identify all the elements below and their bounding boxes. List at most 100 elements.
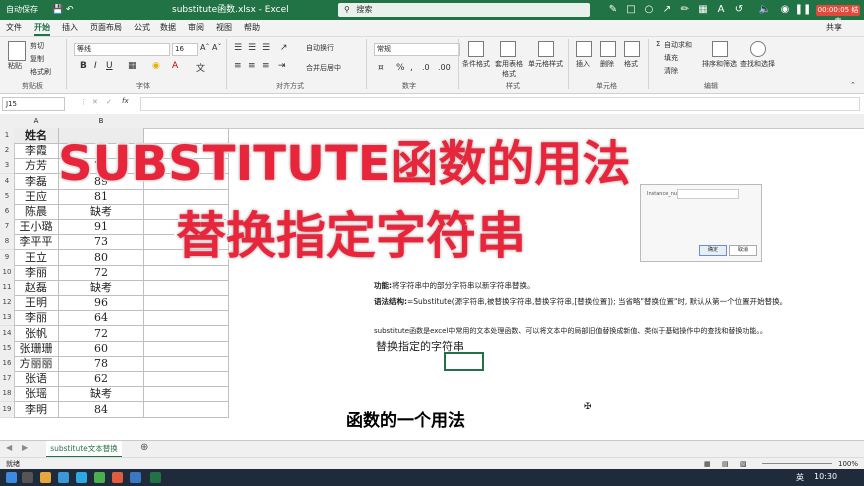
- paste-button[interactable]: 粘贴: [8, 61, 22, 71]
- indent-icon[interactable]: ⇥: [278, 61, 286, 71]
- file-explorer-icon[interactable]: [40, 472, 51, 483]
- speaker-icon[interactable]: 🔈: [756, 0, 774, 20]
- tab-prev-icon[interactable]: ◀: [6, 443, 12, 452]
- cell-styles-icon[interactable]: [538, 41, 554, 57]
- clock[interactable]: 10:30: [814, 472, 837, 481]
- mosaic-icon[interactable]: ▦: [694, 0, 712, 20]
- cell-name[interactable]: 王立: [14, 250, 59, 266]
- delete-cells-button[interactable]: 删除: [600, 59, 614, 69]
- cell-score[interactable]: 84: [59, 402, 144, 418]
- cell[interactable]: [144, 371, 229, 387]
- cell-score[interactable]: 96: [59, 295, 144, 311]
- fill-button[interactable]: 填充: [664, 53, 678, 63]
- tab-page-layout[interactable]: 页面布局: [90, 22, 122, 34]
- cell-name[interactable]: 李磊: [14, 174, 59, 190]
- border-icon[interactable]: ▦: [128, 61, 137, 71]
- row-header[interactable]: 15: [0, 341, 15, 357]
- app-icon[interactable]: [112, 472, 123, 483]
- circle-icon[interactable]: ○: [640, 0, 658, 20]
- decrease-decimal-icon[interactable]: .00: [438, 63, 451, 72]
- font-color-icon[interactable]: A: [172, 61, 178, 71]
- currency-icon[interactable]: ¤: [378, 63, 384, 73]
- row-header[interactable]: 17: [0, 371, 15, 387]
- sheet-tab[interactable]: substitute文本替换: [46, 441, 122, 458]
- find-select-button[interactable]: 查找和选择: [740, 59, 775, 69]
- format-cells-icon[interactable]: [624, 41, 640, 57]
- rectangle-icon[interactable]: □: [622, 0, 640, 20]
- phonetic-icon[interactable]: 文: [196, 61, 205, 74]
- arrow-icon[interactable]: ↗: [658, 0, 676, 20]
- search-box[interactable]: ⚲ 搜索: [338, 3, 590, 17]
- sort-filter-icon[interactable]: [712, 41, 728, 57]
- row-header[interactable]: 19: [0, 402, 15, 418]
- cell-score[interactable]: 72: [59, 326, 144, 342]
- row-header[interactable]: 14: [0, 326, 15, 342]
- italic-icon[interactable]: I: [94, 61, 97, 71]
- grow-font-icon[interactable]: Aˆ: [200, 43, 209, 52]
- search-taskbar-icon[interactable]: [22, 472, 33, 483]
- excel-icon[interactable]: [150, 472, 161, 483]
- undo-icon[interactable]: ↶: [66, 0, 74, 20]
- copy-button[interactable]: 复制: [30, 54, 44, 64]
- cell-score[interactable]: 91: [59, 219, 144, 235]
- cell-name[interactable]: 张语: [14, 371, 59, 387]
- cell[interactable]: [144, 310, 229, 326]
- cell-name[interactable]: 张帆: [14, 326, 59, 342]
- insert-cells-button[interactable]: 插入: [576, 59, 590, 69]
- cell-name[interactable]: 张瑶: [14, 386, 59, 402]
- enter-icon[interactable]: ✓: [106, 98, 112, 106]
- cell[interactable]: [144, 356, 229, 372]
- clear-button[interactable]: 清除: [664, 66, 678, 76]
- format-painter-button[interactable]: 格式刷: [30, 67, 51, 77]
- start-icon[interactable]: [6, 472, 17, 483]
- row-header[interactable]: 16: [0, 356, 15, 372]
- pause-icon[interactable]: ❚❚: [794, 0, 812, 20]
- row-header[interactable]: 5: [0, 189, 15, 205]
- cell-score[interactable]: 缺考: [59, 204, 144, 220]
- camera-icon[interactable]: ◉: [776, 0, 794, 20]
- cell[interactable]: [144, 402, 229, 418]
- cell-score[interactable]: 72: [59, 265, 144, 281]
- autosum-button[interactable]: 自动求和: [664, 40, 692, 50]
- underline-icon[interactable]: U: [106, 61, 113, 71]
- table-format-icon[interactable]: [500, 41, 516, 57]
- chat-icon[interactable]: [94, 472, 105, 483]
- dialog-ok-button[interactable]: 确定: [699, 245, 727, 256]
- cancel-icon[interactable]: ✕: [92, 98, 98, 106]
- row-header[interactable]: 9: [0, 250, 15, 266]
- cell-name[interactable]: 李丽: [14, 310, 59, 326]
- cell-score[interactable]: 78: [59, 356, 144, 372]
- cell-name[interactable]: 方芳: [14, 158, 59, 174]
- delete-cells-icon[interactable]: [600, 41, 616, 57]
- comma-icon[interactable]: ,: [410, 63, 413, 73]
- wrap-text-button[interactable]: 自动换行: [306, 43, 334, 53]
- align-right-icon[interactable]: ≡: [262, 61, 270, 71]
- undo-draw-icon[interactable]: ↺: [730, 0, 748, 20]
- cell-score[interactable]: 62: [59, 371, 144, 387]
- tab-formulas[interactable]: 公式: [134, 22, 150, 34]
- cell-name[interactable]: 李明: [14, 402, 59, 418]
- cell-header-name[interactable]: 姓名: [14, 128, 59, 144]
- insert-function-icon[interactable]: fx: [122, 97, 129, 105]
- pen-icon[interactable]: ✎: [604, 0, 622, 20]
- cell-name[interactable]: 王小璐: [14, 219, 59, 235]
- text-icon[interactable]: A: [712, 0, 730, 20]
- tab-review[interactable]: 审阅: [188, 22, 204, 34]
- autosum-icon[interactable]: Σ: [656, 40, 660, 48]
- column-header-a[interactable]: A: [14, 114, 58, 128]
- conditional-format-button[interactable]: 条件格式: [462, 59, 490, 69]
- align-middle-icon[interactable]: ☰: [248, 43, 256, 53]
- cell-name[interactable]: 方丽丽: [14, 356, 59, 372]
- highlight-icon[interactable]: ✏: [676, 0, 694, 20]
- font-size-select[interactable]: 16: [172, 43, 198, 56]
- row-header[interactable]: 6: [0, 204, 15, 220]
- share-button[interactable]: 共享: [826, 22, 842, 34]
- number-format-select[interactable]: 常规: [374, 43, 460, 56]
- increase-decimal-icon[interactable]: .0: [422, 63, 430, 72]
- cell-score[interactable]: 73: [59, 234, 144, 250]
- cell-score[interactable]: 缺考: [59, 280, 144, 296]
- cell-score[interactable]: 60: [59, 341, 144, 357]
- save-icon[interactable]: 💾: [52, 0, 63, 20]
- cell-name[interactable]: 李霞: [14, 143, 59, 159]
- cell[interactable]: [144, 280, 229, 296]
